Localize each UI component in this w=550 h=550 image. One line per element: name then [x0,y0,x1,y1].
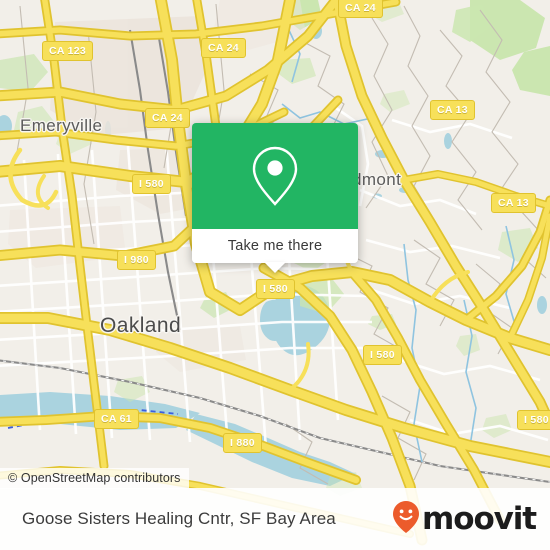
popup-cta-label: Take me there [227,238,323,254]
page-title: Goose Sisters Healing Cntr, SF Bay Area [22,509,336,528]
popup-cta[interactable]: Take me there [192,229,358,263]
moovit-logo[interactable]: moovit [392,500,537,539]
map-attribution[interactable]: © OpenStreetMap contributors [0,468,189,489]
popup-header [192,123,358,229]
map-popup-card[interactable]: Take me there [192,123,358,273]
map-pin-icon [251,145,299,207]
map-screen: Emeryville Oakland dmont CA 123 CA 24 CA… [0,0,550,550]
popup-tail-triangle [264,262,286,273]
moovit-smiley-pin-icon [392,500,420,539]
moovit-wordmark: moovit [422,500,537,537]
footer-bar: Goose Sisters Healing Cntr, SF Bay Area … [0,488,550,550]
